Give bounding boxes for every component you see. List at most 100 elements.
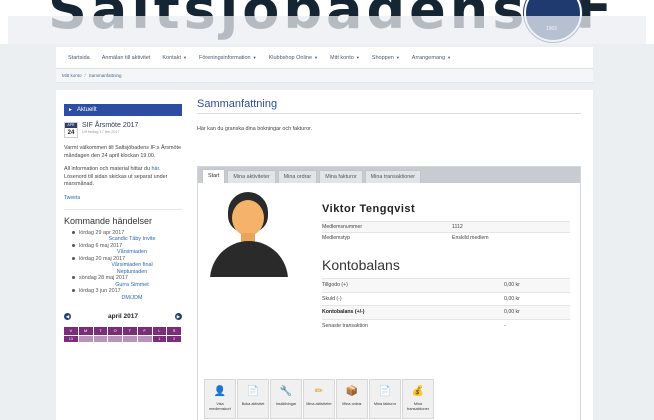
breadcrumb-separator: / [84,73,86,78]
calendar-month: april 2017 [108,313,138,320]
tool-label: Mina fakturor [373,402,397,406]
caret-down-icon: ▼ [355,54,360,60]
calendar-day-cell [78,336,93,342]
tab-mina-transaktioner[interactable]: Mina transaktioner [364,170,422,183]
events-title: Kommande händelser [64,215,153,226]
calendar-weekday: L [152,327,167,335]
activities-icon: ✏ [314,385,324,397]
news-paragraph-1: Varmt välkommen till Saltsjöbadens IF:s … [64,145,182,159]
table-row: Medlemsnummer 1112 [322,221,570,233]
table-row: Tillgodo (+) 0,00 kr [322,278,570,292]
breadcrumb-item-sammanfattning: Sammanfattning [88,73,122,78]
calendar-weekday: S [167,327,181,335]
tool-label: Inställningar [275,402,297,406]
nav-item-shoppen[interactable]: Shoppen ▼ [372,55,400,61]
news-item: APR 24 SIF Årsmöte 2017 Ulf fredag 17 fe… [64,122,182,138]
tab-mina-aktiviteter[interactable]: Mina aktiviteter [227,170,276,183]
event-item: lördag 6 maj 2017 Vårsimiaden [72,243,182,256]
tool-button-mina-aktiviteter[interactable]: ✏ Mina aktiviteter [303,379,335,419]
nav-item-mitt-konto[interactable]: Mitt konto ▼ [330,55,360,61]
news-link-har[interactable]: här [152,166,160,172]
info-label: Medlemsnummer [322,221,452,233]
tool-button-mina-transaktioner[interactable]: 💰 Mina transaktioner [402,379,434,419]
aktuellt-header[interactable]: ► Aktuellt [64,104,182,116]
calendar-day-cell[interactable]: 13 [64,336,78,342]
news-title[interactable]: SIF Årsmöte 2017 [82,122,138,129]
balance-label: Kontobalans (+/-) [322,305,504,319]
date-badge: APR 24 [64,122,78,138]
avatar-face [232,200,264,236]
tool-button-visa-medlemskort[interactable]: 👤 Visa medlemskort [204,379,236,419]
caret-down-icon: ▼ [395,54,400,60]
nav-item-klubbshop-online[interactable]: Klubbshop Online ▼ [269,55,318,61]
calendar-day-cell[interactable]: 1 [152,336,167,342]
settings-icon: 🔧 [279,385,293,397]
nav-item-anmalan-till-aktivitet[interactable]: Anmälan till aktivitet [102,55,151,61]
bullet-icon [72,276,75,280]
calendar-weekday: O [108,327,122,335]
play-icon: ► [68,107,73,113]
nav-item-startsida[interactable]: Startsida [68,55,90,61]
calendar-weekday: M [78,327,93,335]
balance-value: 0,00 kr [504,278,570,292]
bullet-icon [72,289,75,293]
calendar-day-cell [93,336,108,342]
tool-button-boka-aktivitet[interactable]: 📄 Boka aktivitet [237,379,269,419]
tab-start[interactable]: Start [202,169,226,183]
nav-item-label: Startsida [68,54,90,61]
breadcrumb-item-mitt-konto[interactable]: Mitt konto [62,73,82,78]
table-row: Skuld (-) 0,00 kr [322,291,570,306]
caret-down-icon: ▼ [252,54,257,60]
avatar [204,189,294,277]
calendar-day-cell[interactable]: 2 [167,336,181,342]
tab-bar: Start Mina aktiviteter Mina ordrar Mina fak… [198,167,580,183]
event-link[interactable]: DM/JDM [72,295,182,302]
event-date: lördag 3 jun 2017 [79,288,121,294]
transactions-icon: 💰 [411,385,425,397]
tweet-link[interactable]: Tweeta [64,195,182,201]
tool-button-mina-fakturor[interactable]: 📄 Mina fakturor [369,379,401,419]
member-card-icon: 👤 [213,385,227,397]
balance-value: - [504,318,570,333]
nav-item-label: Mitt konto [329,54,354,61]
event-date: söndag 28 maj 2017 [79,275,128,281]
tab-mina-ordrar[interactable]: Mina ordrar [277,170,318,183]
aktuellt-label: Aktuellt [76,107,97,113]
info-label: Medlemstyp [322,232,452,244]
bullet-icon [72,243,75,247]
tool-button-installningar[interactable]: 🔧 Inställningar [270,379,302,419]
page-wrapper: ► Aktuellt APR 24 SIF Årsmöte 2017 Ulf f… [56,90,593,420]
balance-label: Senaste transaktion [322,318,504,333]
tool-row: 👤 Visa medlemskort 📄 Boka aktivitet 🔧 Inställ… [204,379,435,419]
calendar-day-cell [123,336,137,342]
calendar-weekday: T [93,327,108,335]
invoice-icon: 📄 [378,385,392,397]
calendar-next-icon[interactable]: ▶ [175,313,182,320]
nav-item-foreningsinformation[interactable]: Föreningsinformation ▼ [199,55,257,61]
tool-button-mina-ordrar[interactable]: 📦 Mina ordrar [336,379,368,419]
main-nav: Startsida Anmälan till aktivitet Kontakt ▼ F… [56,47,593,69]
calendar-day-cell [108,336,122,342]
table-row: Kontobalans (+/-) 0,00 kr [322,305,570,319]
sidebar-divider [64,208,182,210]
balance-value: 0,00 kr [504,291,570,306]
calendar-weekdays: VMTOTFLS [64,327,182,335]
caret-down-icon: ▼ [182,54,187,60]
nav-item-arrangemang[interactable]: Arrangemang ▼ [412,55,451,61]
member-info-table: Medlemsnummer 1112 Medlemstyp Enskild medle… [322,221,570,244]
tab-mina-fakturor[interactable]: Mina fakturor [319,170,363,183]
news-subtitle: Ulf fredag 17 feb 2017 [82,130,120,134]
bullet-icon [72,230,75,234]
calendar-weekday: F [137,327,152,335]
info-value: 1112 [452,221,570,233]
kontobalans-title: Kontobalans [322,257,400,273]
nav-item-kontakt[interactable]: Kontakt ▼ [162,55,187,61]
header-band [8,16,646,44]
tool-label: Boka aktivitet [241,402,265,406]
breadcrumb: Mitt konto / Sammanfattning [56,69,593,83]
calendar-prev-icon[interactable]: ◀ [64,313,71,320]
event-item: lördag 3 jun 2017 DM/JDM [72,288,182,301]
nav-item-label: Anmälan till aktivitet [101,54,151,61]
nav-item-label: Föreningsinformation [198,54,251,61]
sidebar: ► Aktuellt APR 24 SIF Årsmöte 2017 Ulf f… [64,104,182,420]
